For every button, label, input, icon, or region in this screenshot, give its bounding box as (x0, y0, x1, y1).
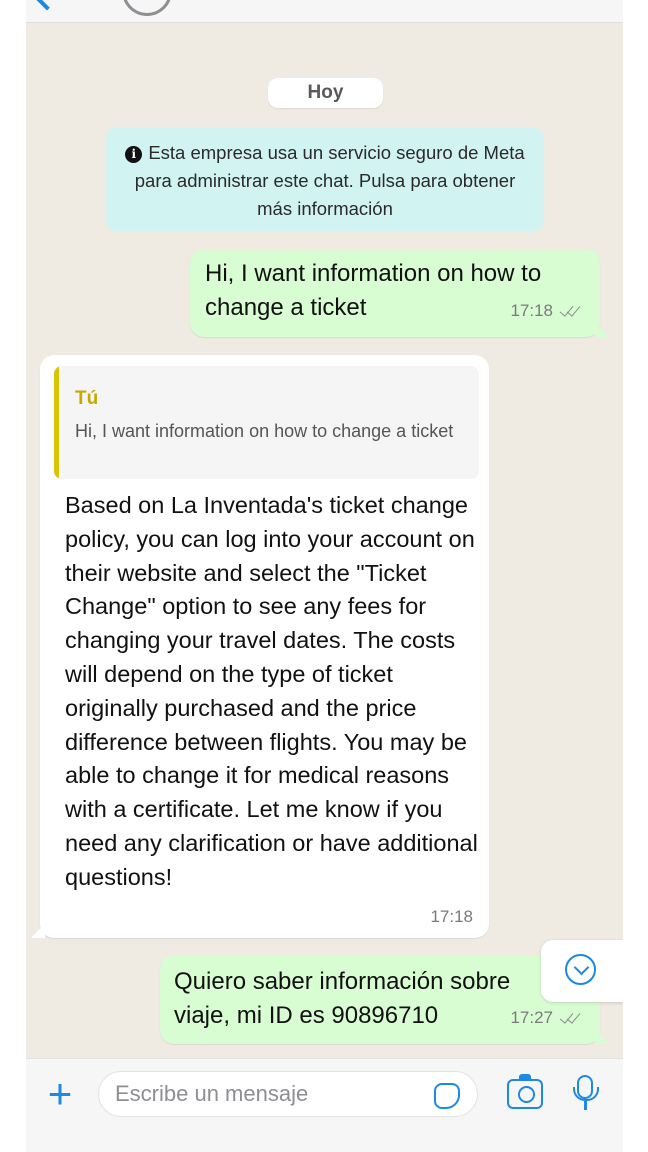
chevron-down-icon (565, 954, 596, 985)
quoted-author: Tú (75, 388, 99, 409)
message-time: 17:27 (510, 1008, 553, 1027)
message-time: 17:18 (430, 907, 473, 926)
back-chevron-icon[interactable] (31, 0, 63, 11)
camera-icon[interactable] (507, 1074, 543, 1109)
date-separator: Hoy (268, 78, 383, 108)
incoming-message[interactable]: Tú Hi, I want information on how to chan… (31, 355, 489, 938)
quoted-text: Hi, I want information on how to change … (75, 421, 454, 441)
quoted-message[interactable]: Tú Hi, I want information on how to chan… (54, 366, 479, 479)
read-ticks-icon (558, 302, 582, 317)
bubble-tail (595, 323, 609, 337)
message-time: 17:18 (510, 301, 553, 320)
chat-screen: Hoy i Esta empresa usa un servicio seguro… (26, 0, 623, 1152)
message-meta: 17:18 (510, 294, 582, 328)
message-meta: 17:27 (510, 1001, 582, 1035)
system-notice-text: Esta empresa usa un servicio seguro de M… (134, 142, 525, 219)
outgoing-message[interactable]: Quiero saber información sobre viaje, mi… (160, 955, 609, 1044)
microphone-icon[interactable] (573, 1075, 599, 1110)
message-text: Based on La Inventada's ticket change po… (65, 492, 478, 890)
chat-header (26, 0, 623, 23)
bubble-tail (31, 924, 45, 938)
message-input[interactable] (98, 1071, 478, 1117)
read-ticks-icon (558, 1009, 582, 1024)
message-text: Quiero saber información sobre viaje, mi… (174, 968, 511, 1029)
scroll-to-bottom-button[interactable] (541, 940, 623, 1002)
info-icon: i (125, 146, 143, 163)
bubble-tail (595, 1030, 609, 1044)
quote-bar (54, 366, 59, 479)
message-composer: + (26, 1058, 623, 1152)
outgoing-message[interactable]: Hi, I want information on how to change … (190, 249, 609, 337)
system-notice[interactable]: i Esta empresa usa un servicio seguro de … (106, 128, 544, 231)
contact-avatar[interactable] (122, 0, 172, 16)
plus-icon[interactable]: + (43, 1073, 77, 1115)
